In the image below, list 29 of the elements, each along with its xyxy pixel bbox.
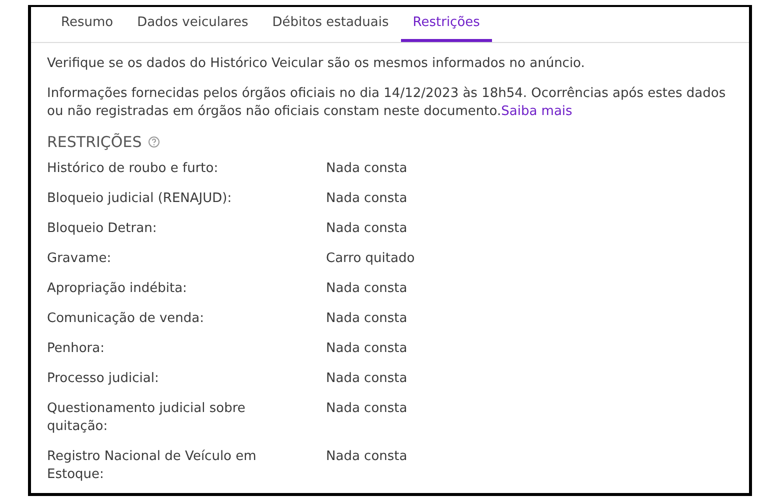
restriction-label: Apropriação indébita: xyxy=(47,280,188,298)
restriction-value: Nada consta xyxy=(326,220,408,238)
saiba-mais-link[interactable]: Saiba mais xyxy=(501,104,572,119)
restriction-label: Penhora: xyxy=(47,340,106,358)
intro-text: Verifique se os dados do Histórico Veicular são os mesmos informados no anúncio. xyxy=(47,55,586,73)
tab[interactable]: Dados veiculares xyxy=(125,7,260,42)
restriction-value: Nada consta xyxy=(326,280,408,298)
notice-text: Informações fornecidas pelos órgãos oficiais no dia 14/12/2023 às 18h54. Ocorrências após estes dados ou não registradas em órgãos não oficiais constam neste documento.Saiba mais xyxy=(47,85,727,121)
restriction-label: Gravame: xyxy=(47,250,112,268)
restriction-label: Histórico de roubo e furto: xyxy=(47,160,220,178)
restriction-value: Nada consta xyxy=(326,310,408,328)
restriction-value: Nada consta xyxy=(326,340,408,358)
restriction-label: Registro Nacional de Veículo em Estoque: xyxy=(47,448,258,484)
tab[interactable]: Restrições xyxy=(400,7,492,42)
section-title: RESTRIÇÕES xyxy=(47,133,142,151)
restriction-value: Nada consta xyxy=(326,370,408,388)
tab[interactable]: Débitos estaduais xyxy=(260,7,401,42)
restriction-label: Bloqueio Detran: xyxy=(47,220,158,238)
restriction-value: Nada consta xyxy=(326,448,408,466)
restriction-label: Comunicação de venda: xyxy=(47,310,206,328)
restriction-label: Questionamento judicial sobre quitação: xyxy=(47,400,246,436)
tab[interactable]: Resumo xyxy=(49,7,126,42)
restriction-value: Nada consta xyxy=(326,400,408,418)
restriction-value: Nada consta xyxy=(326,160,408,178)
restriction-label: Processo judicial: xyxy=(47,370,160,388)
restriction-value: Carro quitado xyxy=(326,250,416,268)
help-icon[interactable] xyxy=(148,136,160,148)
restriction-label: Bloqueio judicial (RENAJUD): xyxy=(47,190,233,208)
restriction-value: Nada consta xyxy=(326,190,408,208)
